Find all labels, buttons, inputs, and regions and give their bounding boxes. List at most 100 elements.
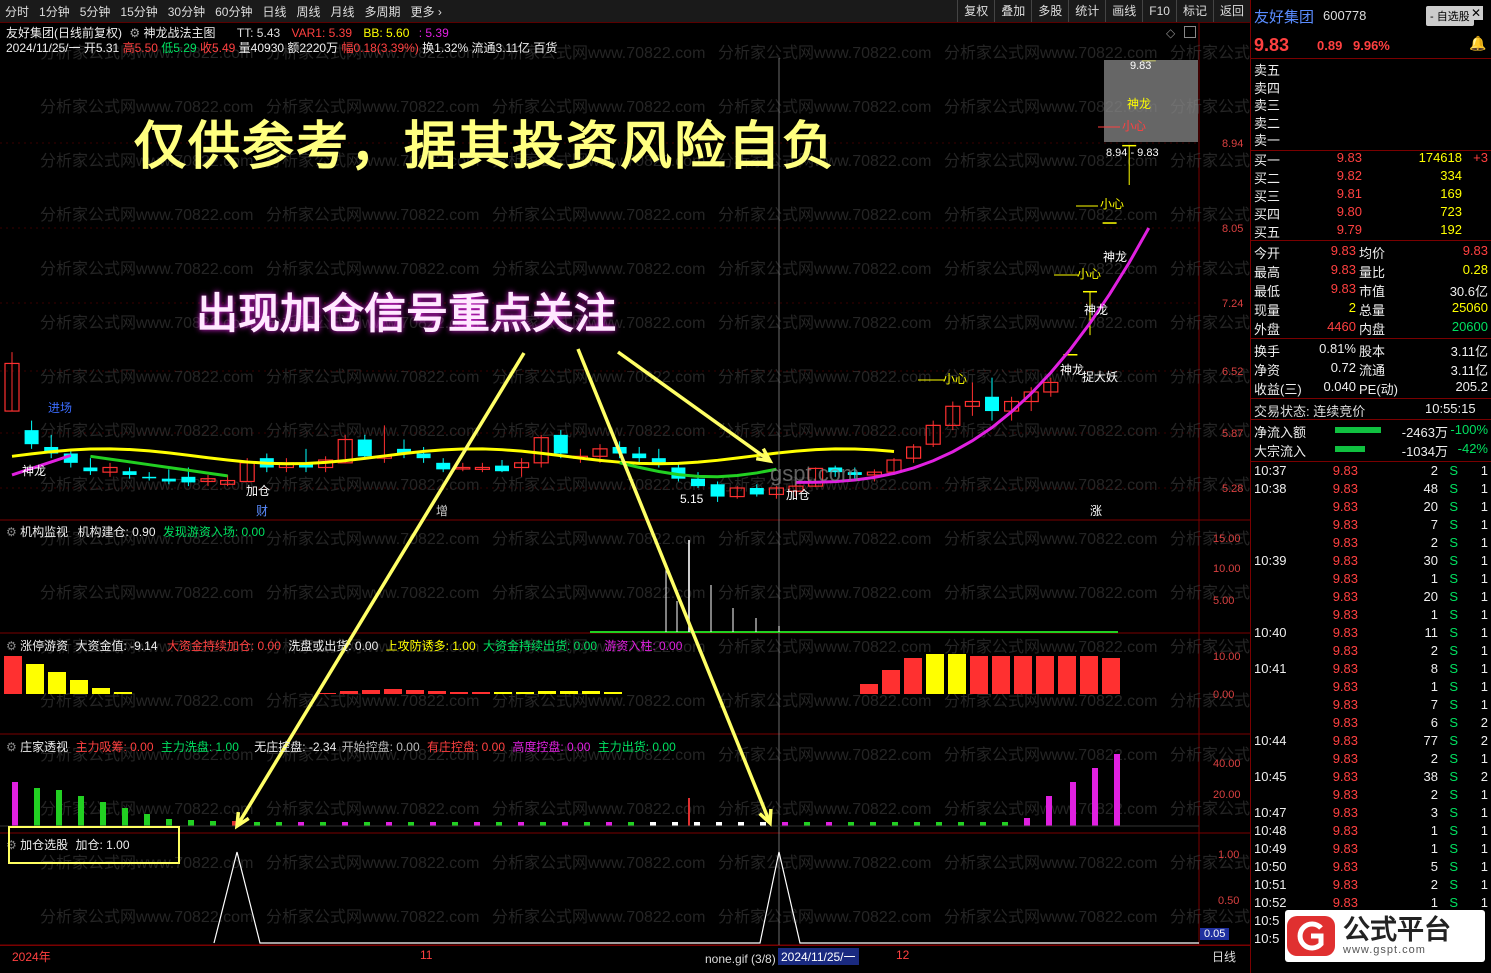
tick-count: 1 xyxy=(1480,535,1488,550)
watermark-text: 分析家公式网www.70822.com xyxy=(492,692,705,710)
zhangting-value-f: 游资入柱: 0.00 xyxy=(604,639,683,653)
watermark-text: 分析家公式网www.70822.com xyxy=(944,908,1157,926)
zhuangjia-value-g: 主力出货: 0.00 xyxy=(597,740,676,754)
stat-value2: 30.6亿 xyxy=(1449,284,1488,299)
close-icon[interactable]: ✕ xyxy=(1469,6,1483,20)
timeframe-0[interactable]: 分时 xyxy=(0,3,34,20)
tick-side: S xyxy=(1449,517,1458,532)
tool-0[interactable]: 复权 xyxy=(957,0,994,22)
tool-7[interactable]: 返回 xyxy=(1212,0,1250,22)
main-label-2: 加仓 xyxy=(246,484,270,498)
timeframe-1[interactable]: 1分钟 xyxy=(34,3,75,20)
tick-time: 10:49 xyxy=(1254,841,1287,856)
watermark-text: 分析家公式网www.70822.com xyxy=(1170,908,1250,926)
timeframe-4[interactable]: 30分钟 xyxy=(163,3,210,20)
zhuangjia-bar-small xyxy=(518,822,524,826)
tick-row: 10:49 9.83 1 S 1 xyxy=(1251,841,1491,859)
zhangting-bar-small xyxy=(340,691,358,694)
timeframe-9[interactable]: 多周期 xyxy=(360,3,406,20)
zhangting-bar-small xyxy=(604,692,622,694)
tick-price: 9.83 xyxy=(1332,535,1358,550)
watermark-text: 分析家公式网www.70822.com xyxy=(40,260,253,278)
tick-time: 10:51 xyxy=(1254,877,1287,892)
zhuangjia-bar-small xyxy=(804,822,810,826)
tick-price: 9.83 xyxy=(1332,859,1358,874)
timeframe-7[interactable]: 周线 xyxy=(291,3,325,20)
indicator-name[interactable]: 神龙战法主图 xyxy=(143,26,215,40)
watermark-text: 分析家公式网www.70822.com xyxy=(944,314,1157,332)
bid-label: 买四 xyxy=(1254,207,1281,222)
zhangting-y-label: 10.00 xyxy=(1213,651,1241,663)
bell-icon[interactable]: 🔔 xyxy=(1469,35,1486,52)
watermark-text: 分析家公式网www.70822.com xyxy=(718,206,931,224)
candle-body xyxy=(142,476,157,479)
tick-volume: 1 xyxy=(1430,571,1438,586)
bid-row: 买一 9.83 174618 +3 xyxy=(1251,150,1491,168)
quote-open: 开5.31 xyxy=(83,41,120,55)
main-label-13: 捉大妖 xyxy=(1082,369,1118,384)
zhuangjia-bar-small xyxy=(540,822,546,826)
timeframe-10[interactable]: 更多 › xyxy=(406,3,447,20)
tool-6[interactable]: 标记 xyxy=(1175,0,1213,22)
tool-5[interactable]: F10 xyxy=(1142,0,1176,22)
period-label[interactable]: 日线 xyxy=(1212,948,1236,965)
settings-icon[interactable]: ⚙ xyxy=(6,639,17,653)
tick-row: 9.83 7 S 1 xyxy=(1251,517,1491,535)
zhuangjia-name[interactable]: 庄家透视 xyxy=(20,740,68,754)
timeframe-3[interactable]: 15分钟 xyxy=(115,3,162,20)
timeframe-5[interactable]: 60分钟 xyxy=(210,3,257,20)
timeframe-2[interactable]: 5分钟 xyxy=(75,3,116,20)
settings-icon[interactable]: ⚙ xyxy=(129,26,140,40)
stat2-label2: 流通 xyxy=(1359,363,1386,378)
watermark-text: 分析家公式网www.70822.com xyxy=(40,692,253,710)
timeframe-8[interactable]: 月线 xyxy=(326,3,360,20)
tick-side: S xyxy=(1449,571,1458,586)
quote-side-panel: 友好集团 600778 - 自选股 ✕ 9.83 0.89 9.96% 🔔 卖五… xyxy=(1250,0,1491,973)
tick-time: 10:39 xyxy=(1254,553,1287,568)
watermark-text: 分析家公式网www.70822.com xyxy=(718,260,931,278)
zhangting-bar-right xyxy=(992,656,1010,694)
x-label-year: 2024年 xyxy=(12,950,51,964)
timeframe-6[interactable]: 日线 xyxy=(257,3,291,20)
tick-side: S xyxy=(1449,769,1458,784)
zhuangjia-value-f: 高度控盘: 0.00 xyxy=(512,740,591,754)
window-icon[interactable] xyxy=(1184,26,1196,38)
tick-row: 9.83 2 S 1 xyxy=(1251,751,1491,769)
main-label-10: 神龙 xyxy=(1084,303,1108,317)
tick-side: S xyxy=(1449,697,1458,712)
center-mark: gspt.com xyxy=(770,461,859,486)
diamond-icon[interactable]: ◇ xyxy=(1166,26,1175,40)
stat2-value2: 3.11亿 xyxy=(1450,344,1488,359)
zhuangjia-bar-small xyxy=(452,822,458,826)
tick-price: 9.83 xyxy=(1332,805,1358,820)
watermark-text: 分析家公式网www.70822.com xyxy=(944,206,1157,224)
zhangting-bar-right xyxy=(1080,656,1098,694)
watermark-text: 分析家公式网www.70822.com xyxy=(266,530,479,548)
bid-price: 9.82 xyxy=(1336,168,1362,183)
jigou-name[interactable]: 机构监视 xyxy=(20,525,68,539)
watermark-text: 分析家公式网www.70822.com xyxy=(718,692,931,710)
flow-value: -1034万 xyxy=(1401,444,1448,459)
tick-time: 10:5 xyxy=(1254,931,1280,946)
zhuangjia-bar-small xyxy=(958,822,964,826)
settings-icon[interactable]: ⚙ xyxy=(6,525,17,539)
zhangting-value-a: 大资金值: -9.14 xyxy=(75,639,158,653)
tick-row: 9.83 1 S 1 xyxy=(1251,679,1491,697)
cursor-date-label: 2024/11/25/一 xyxy=(778,948,859,965)
zhangting-y-label: 0.00 xyxy=(1213,689,1234,701)
main-label-7: 小心 xyxy=(1100,197,1124,211)
tick-count: 1 xyxy=(1480,463,1488,478)
x-axis: 2024年 11 12 none.gif (3/8) 2024/11/25/一 … xyxy=(0,928,1250,966)
zhuangjia-bar-small xyxy=(848,822,854,826)
tool-1[interactable]: 叠加 xyxy=(994,0,1031,22)
green-line-1 xyxy=(90,454,228,478)
watermark-text: 分析家公式网www.70822.com xyxy=(40,206,253,224)
tool-2[interactable]: 多股 xyxy=(1031,0,1068,22)
watchlist-button[interactable]: - 自选股 xyxy=(1426,6,1474,26)
settings-icon[interactable]: ⚙ xyxy=(6,740,17,754)
tool-3[interactable]: 统计 xyxy=(1068,0,1105,22)
zhangting-name[interactable]: 涨停游资 xyxy=(20,639,68,653)
tool-4[interactable]: 画线 xyxy=(1105,0,1142,22)
stat-label: 现量 xyxy=(1254,303,1281,318)
tick-count: 1 xyxy=(1480,697,1488,712)
